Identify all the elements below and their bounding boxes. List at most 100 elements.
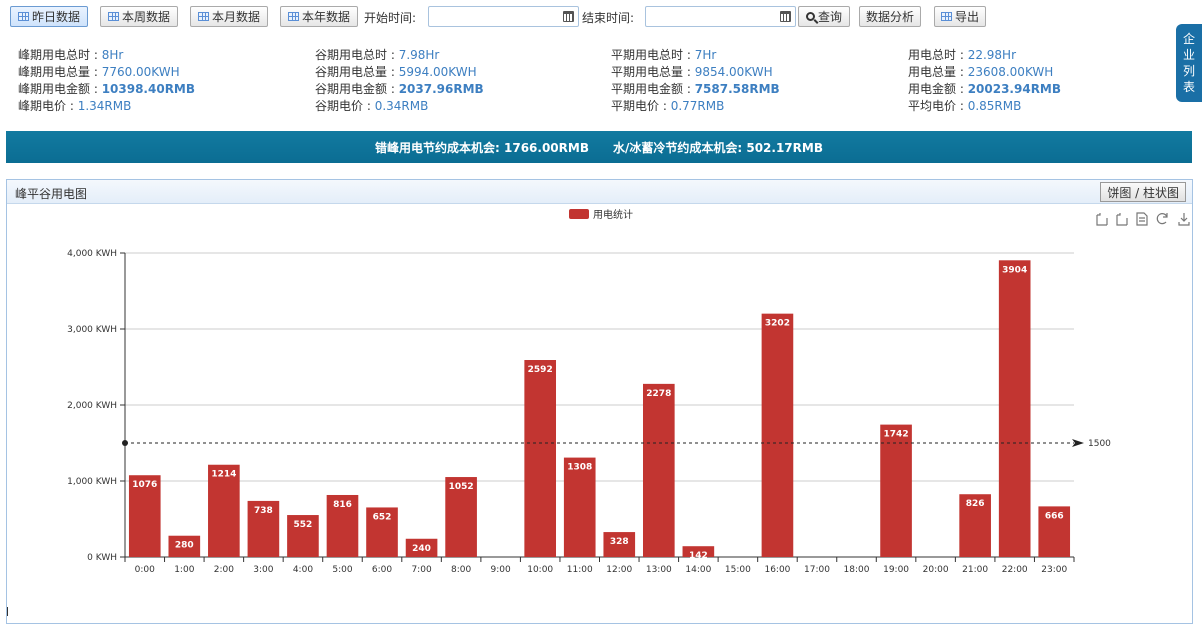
enterprise-list-tab[interactable]: 企 业 列 表 [1176, 24, 1202, 102]
x-tick-label: 6:00 [372, 565, 392, 575]
x-tick-label: 10:00 [527, 565, 553, 575]
x-tick-label: 5:00 [332, 565, 352, 575]
yesterday-data-button[interactable]: 昨日数据 [10, 6, 88, 27]
bar-data-label: 552 [294, 520, 313, 530]
export-button[interactable]: 导出 [934, 6, 986, 27]
chart-panel: 峰平谷用电图 饼图 / 柱状图 用电统计 0 KWH 1,000 KWH 2,000 … [6, 179, 1193, 624]
bar [524, 360, 557, 557]
x-tick-label: 2:00 [214, 565, 234, 575]
x-tick-label: 16:00 [764, 565, 790, 575]
legend-swatch [569, 209, 589, 219]
total-amount: 用电总量 : 23608.00KWH [908, 65, 1054, 79]
peak-cost: 峰期用电金额 : 10398.40RMB [18, 82, 196, 96]
x-tick-label: 1:00 [174, 565, 194, 575]
y-tick-label: 1,000 KWH [67, 477, 117, 487]
bar-data-label: 142 [689, 551, 708, 561]
mark-line-label: 1500 [1088, 439, 1111, 449]
text-cursor [7, 607, 8, 616]
table-icon [107, 12, 119, 21]
bar-data-label: 1076 [132, 480, 157, 490]
bar-data-label: 1214 [211, 470, 236, 480]
bar [998, 260, 1031, 557]
data-view-icon [1136, 212, 1148, 226]
y-tick-label: 2,000 KWH [67, 401, 117, 411]
total-stats: 用电总时 : 22.98Hr 用电总量 : 23608.00KWH 用电金额 :… [908, 46, 1158, 114]
bar-data-label: 1742 [884, 430, 909, 440]
x-tick-label: 9:00 [491, 565, 511, 575]
cold-storage-savings: 水/冰蓄冷节约成本机会: 502.17RMB [612, 140, 823, 155]
valley-price: 谷期电价 : 0.34RMB [315, 99, 429, 113]
start-time-input[interactable] [428, 6, 579, 27]
bar-data-label: 328 [610, 537, 629, 547]
flat-price: 平期电价 : 0.77RMB [611, 99, 725, 113]
bar-data-label: 1308 [567, 463, 592, 473]
valley-amount: 谷期用电总量 : 5994.00KWH [315, 65, 477, 79]
x-tick-label: 13:00 [646, 565, 672, 575]
x-tick-label: 8:00 [451, 565, 471, 575]
pie-bar-toggle-button[interactable]: 饼图 / 柱状图 [1100, 182, 1186, 202]
zoom-reset-icon [1116, 213, 1128, 226]
data-analysis-button[interactable]: 数据分析 [859, 6, 921, 27]
x-tick-label: 12:00 [606, 565, 632, 575]
bar [880, 424, 912, 557]
bar-data-label: 738 [254, 506, 273, 516]
x-tick-label: 20:00 [923, 565, 949, 575]
toolbar: 昨日数据 本周数据 本月数据 本年数据 开始时间: 结束时间: 查询 数据分析 … [8, 6, 1158, 28]
y-tick-label: 4,000 KWH [67, 249, 117, 259]
valley-stats: 谷期用电总时 : 7.98Hr 谷期用电总量 : 5994.00KWH 谷期用电… [315, 46, 605, 114]
bar-data-label: 666 [1045, 511, 1064, 521]
search-icon [805, 12, 815, 21]
x-tick-label: 17:00 [804, 565, 830, 575]
table-icon [197, 12, 209, 21]
calendar-icon[interactable] [563, 11, 574, 22]
end-time-input[interactable] [645, 6, 796, 27]
y-tick-label: 0 KWH [87, 553, 117, 563]
x-tick-label: 18:00 [844, 565, 870, 575]
table-icon [287, 12, 299, 21]
table-icon [17, 12, 29, 21]
x-tick-label: 3:00 [253, 565, 273, 575]
month-data-button[interactable]: 本月数据 [190, 6, 268, 27]
save-image-icon [1178, 213, 1190, 226]
table-icon [940, 12, 952, 21]
start-time-label: 开始时间: [364, 11, 417, 25]
peak-stats: 峰期用电总时 : 8Hr 峰期用电总量 : 7760.00KWH 峰期用电金额 … [18, 46, 308, 114]
x-tick-label: 19:00 [883, 565, 909, 575]
restore-icon [1156, 213, 1168, 225]
peak-amount: 峰期用电总量 : 7760.00KWH [18, 65, 180, 79]
flat-stats: 平期用电总时 : 7Hr 平期用电总量 : 9854.00KWH 平期用电金额 … [611, 46, 901, 114]
x-tick-label: 21:00 [962, 565, 988, 575]
bar-data-label: 1052 [449, 482, 474, 492]
zoom-icon [1096, 213, 1108, 226]
y-tick-label: 3,000 KWH [67, 325, 117, 335]
end-time-label: 结束时间: [582, 11, 635, 25]
bar-data-label: 280 [175, 541, 194, 551]
bar-data-label: 816 [333, 500, 352, 510]
bar-data-label: 3904 [1002, 265, 1027, 275]
bar-data-label: 826 [966, 499, 985, 509]
x-tick-label: 22:00 [1002, 565, 1028, 575]
off-peak-savings: 错峰用电节约成本机会: 1766.00RMB [375, 140, 589, 155]
flat-hours: 平期用电总时 : 7Hr [611, 48, 717, 62]
bar-data-label: 652 [373, 512, 392, 522]
average-price: 平均电价 : 0.85RMB [908, 99, 1022, 113]
valley-hours: 谷期用电总时 : 7.98Hr [315, 48, 440, 62]
mark-line-start [122, 440, 128, 446]
calendar-icon[interactable] [780, 11, 791, 22]
query-button[interactable]: 查询 [798, 6, 850, 27]
x-tick-label: 23:00 [1041, 565, 1067, 575]
flat-amount: 平期用电总量 : 9854.00KWH [611, 65, 773, 79]
panel-title: 峰平谷用电图 [15, 187, 88, 201]
x-tick-label: 15:00 [725, 565, 751, 575]
week-data-button[interactable]: 本周数据 [100, 6, 178, 27]
x-tick-label: 11:00 [567, 565, 593, 575]
total-hours: 用电总时 : 22.98Hr [908, 48, 1016, 62]
bar [642, 383, 675, 557]
bar-data-label: 2278 [646, 389, 671, 399]
usage-bar-chart: 用电统计 0 KWH 1,000 KWH 2,000 KWH 3,000 KWH 4,00… [67, 208, 1190, 575]
bar-data-label: 3202 [765, 319, 790, 329]
savings-banner: 错峰用电节约成本机会: 1766.00RMB 水/冰蓄冷节约成本机会: 502.… [6, 131, 1192, 163]
year-data-button[interactable]: 本年数据 [280, 6, 358, 27]
bar-data-label: 2592 [528, 365, 553, 375]
flat-cost: 平期用电金额 : 7587.58RMB [611, 82, 780, 96]
